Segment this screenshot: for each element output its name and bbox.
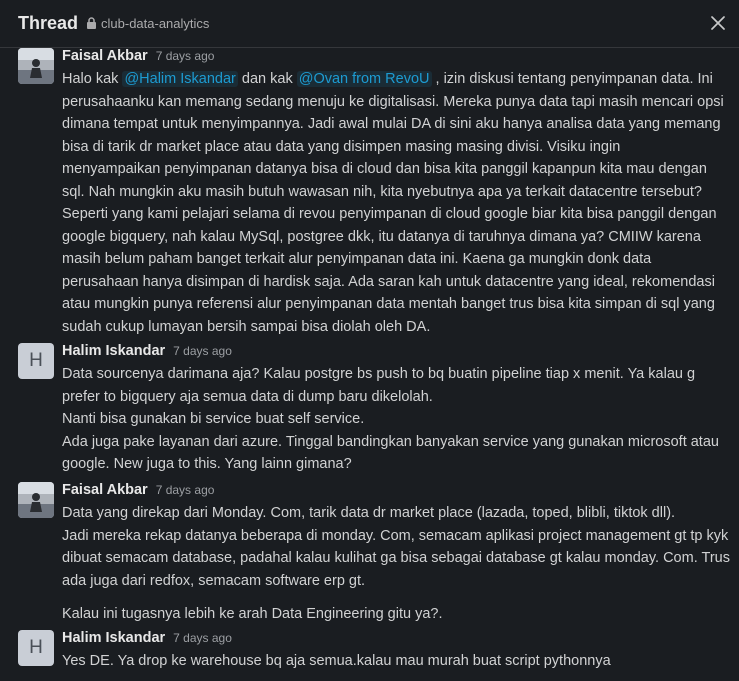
message: H Halim Iskandar 7 days ago Data sourcen…	[0, 343, 739, 476]
message-body: Halo kak @Halim Iskandar dan kak @Ovan f…	[62, 68, 724, 338]
mention-ovan[interactable]: @Ovan from RevoU	[296, 71, 432, 87]
message-line: dimana tempat untuk menyimpannya. Jadi a…	[62, 116, 721, 132]
avatar-letter: H	[29, 637, 43, 658]
channel-link[interactable]: club-data-analytics	[86, 16, 209, 31]
message-line: Kalau ini tugasnya lebih ke arah Data En…	[62, 606, 443, 622]
timestamp[interactable]: 7 days ago	[173, 631, 232, 645]
message-line: Ada juga pake layanan dari azure. Tingga…	[62, 433, 719, 450]
author-name[interactable]: Faisal Akbar	[62, 48, 148, 64]
text-segment: , izin diskusi tentang penyimpanan data.…	[435, 71, 713, 87]
avatar[interactable]: H	[18, 630, 54, 666]
avatar[interactable]: H	[18, 343, 54, 379]
avatar-photo	[18, 48, 54, 84]
message: H Halim Iskandar 7 days ago Yes DE. Ya d…	[0, 630, 739, 673]
close-icon	[711, 16, 725, 30]
message-line: google. New juga to this. Yang lainn gim…	[62, 456, 352, 472]
author-name[interactable]: Halim Iskandar	[62, 343, 165, 359]
text-segment: Halo kak	[62, 71, 119, 87]
avatar-letter: H	[29, 350, 43, 371]
close-button[interactable]	[707, 12, 729, 34]
message-line: perusahaan hanya disimpan di hardisk saj…	[62, 273, 715, 290]
lock-icon	[87, 17, 97, 29]
message-line: sql. Nah mungkin aku masih butuh wawasan…	[62, 183, 702, 200]
message-line: Yes DE. Ya drop ke warehouse bq aja semu…	[62, 653, 611, 669]
message-line: perusahaanku kan memang sedang menuju ke…	[62, 93, 724, 110]
message-line: Data yang direkap dari Monday. Com, tari…	[62, 505, 676, 521]
message-line: Jadi mereka rekap datanya beberapa di mo…	[62, 527, 729, 544]
message-body: Data sourcenya darimana aja? Kalau postg…	[62, 363, 719, 476]
message-line: dibuat semacam database, padahal kalau k…	[62, 550, 730, 566]
message-line: Data sourcenya darimana aja? Kalau postg…	[62, 366, 696, 382]
message-line: sudah cukup lumayan bersih sampai bisa d…	[62, 318, 431, 335]
channel-name: club-data-analytics	[101, 16, 210, 31]
timestamp[interactable]: 7 days ago	[173, 344, 232, 358]
timestamp[interactable]: 7 days ago	[156, 49, 215, 63]
mention-halim[interactable]: @Halim Iskandar	[122, 71, 238, 87]
avatar[interactable]	[18, 48, 54, 84]
message-line: google bigquery, nah kalau MySql, postgr…	[62, 228, 701, 245]
avatar-photo	[18, 482, 54, 518]
header-title: Thread	[18, 13, 79, 33]
message-line: ada juga dari redfox, semacam software e…	[62, 572, 366, 589]
message-line: bisa di tarik dr market place atau data …	[62, 138, 621, 155]
timestamp[interactable]: 7 days ago	[156, 483, 215, 497]
message-body: Yes DE. Ya drop ke warehouse bq aja semu…	[62, 650, 719, 673]
message-line: atau mungkin punya referensi alur penyim…	[62, 296, 715, 312]
thread-header: Thread club-data-analytics	[0, 0, 739, 48]
message-line: prefer to bigquery aja semua data di dum…	[62, 388, 433, 405]
message: Faisal Akbar 7 days ago Halo kak @Halim …	[0, 48, 739, 338]
message-line: masih belum paham banget terkait alur pe…	[62, 251, 652, 267]
message-line: Seperti yang kami pelajari selama di rev…	[62, 206, 717, 222]
message-line: menyampaikan penyimpanan datanya bisa di…	[62, 161, 707, 177]
author-name[interactable]: Faisal Akbar	[62, 482, 148, 498]
avatar[interactable]	[18, 482, 54, 518]
message-line: Nanti bisa gunakan bi service buat self …	[62, 411, 365, 427]
author-name[interactable]: Halim Iskandar	[62, 630, 165, 646]
text-segment: dan kak	[241, 71, 293, 87]
message: Faisal Akbar 7 days ago Data yang direka…	[0, 482, 739, 626]
message-body: Data yang direkap dari Monday. Com, tari…	[62, 502, 730, 626]
